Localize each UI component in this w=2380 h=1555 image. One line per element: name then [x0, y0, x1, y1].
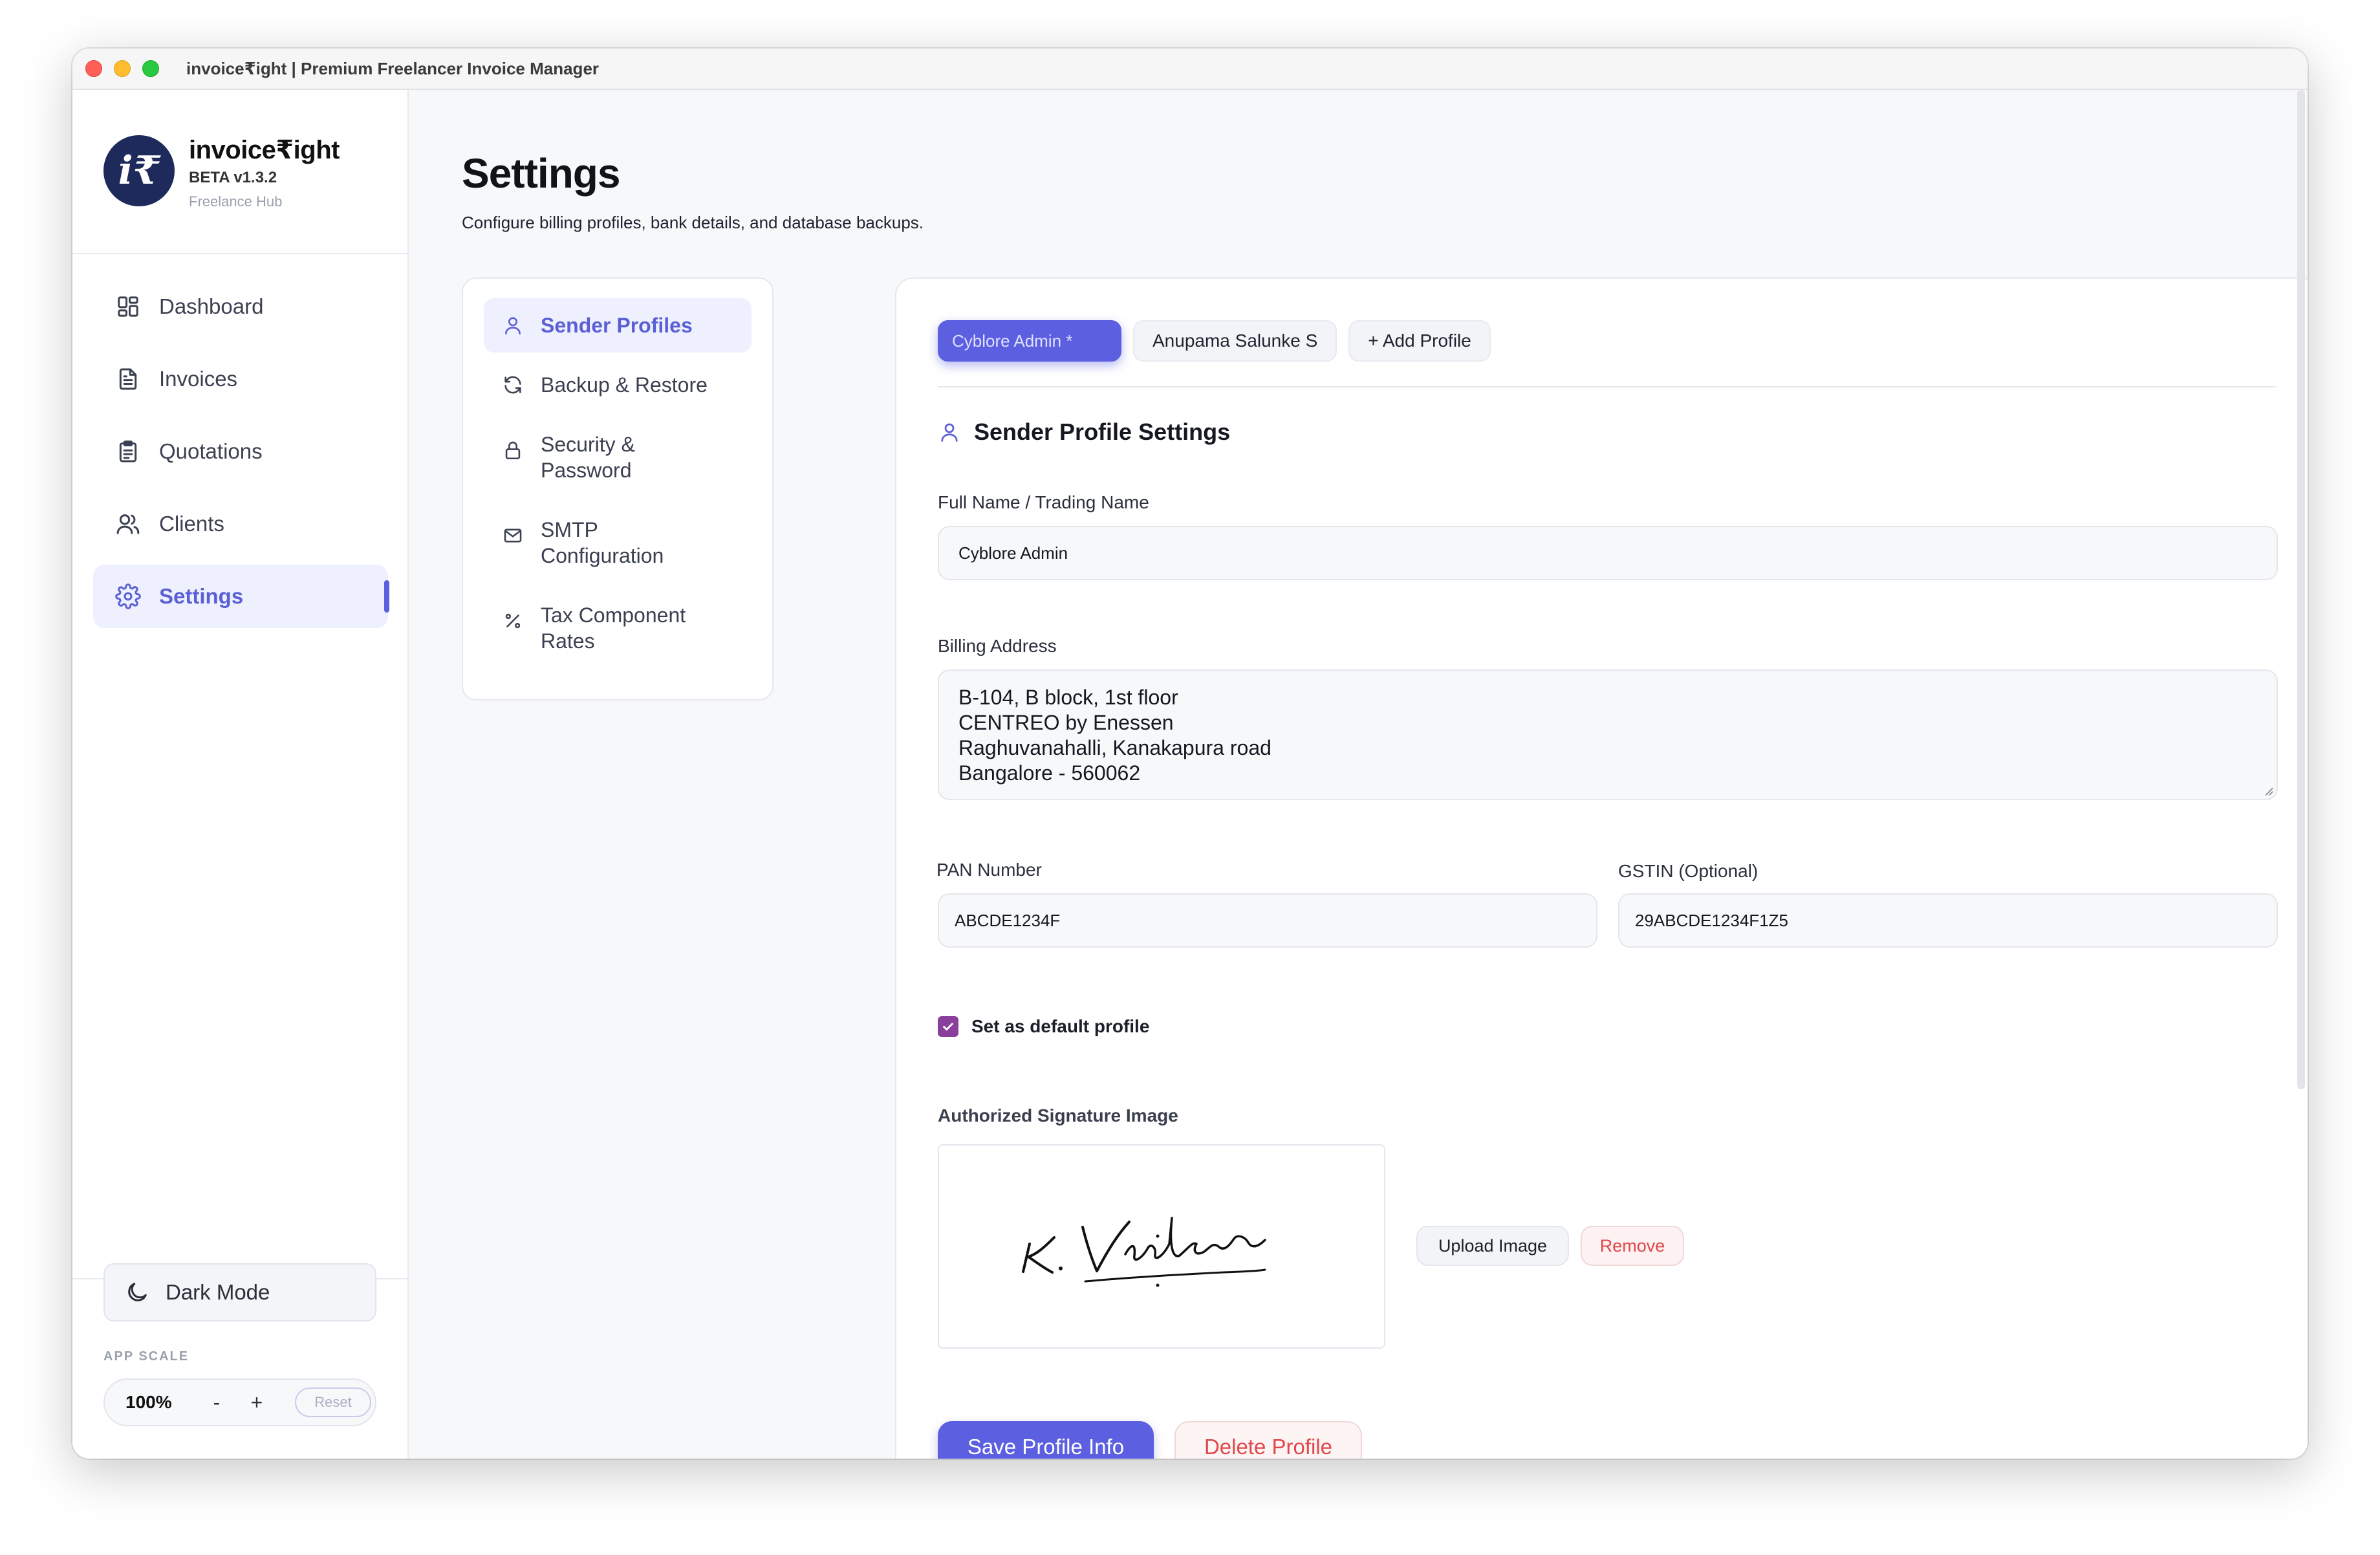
default-profile-checkbox[interactable]: [938, 1016, 958, 1037]
settings-tab-tax-rates[interactable]: Tax Component Rates: [484, 588, 752, 668]
sidebar: i₹ invoice₹ight BETA v1.3.2 Freelance Hu…: [72, 90, 409, 1459]
sidebar-item-clients[interactable]: Clients: [93, 492, 388, 556]
brand-version: BETA v1.3.2: [189, 169, 277, 186]
section-title: Sender Profile Settings: [938, 419, 1230, 446]
settings-tab-label: Backup & Restore: [541, 373, 708, 397]
moon-icon: [128, 1283, 147, 1301]
profile-tab-anupama-salunke[interactable]: Anupama Salunke S: [1133, 320, 1337, 362]
app-scale-label: APP SCALE: [103, 1349, 189, 1364]
resize-grip-icon[interactable]: [2262, 785, 2274, 796]
signature-label: Authorized Signature Image: [938, 1105, 1178, 1125]
pan-number-input[interactable]: ABCDE1234F: [938, 893, 1597, 948]
sidebar-nav: Dashboard Invoices Quotations Clients Se…: [93, 275, 389, 637]
page-title: Settings: [462, 150, 620, 197]
brand-name: invoice₹ight: [189, 136, 340, 164]
scale-value: 100%: [125, 1392, 172, 1412]
dark-mode-toggle[interactable]: Dark Mode: [103, 1263, 376, 1321]
scale-increase-button[interactable]: +: [237, 1391, 277, 1415]
scale-decrease-button[interactable]: -: [197, 1391, 237, 1415]
minimize-window-button[interactable]: [114, 60, 131, 77]
settings-nav: Sender Profiles Backup & Restore Securit…: [462, 277, 774, 701]
billing-address-label: Billing Address: [938, 636, 1057, 656]
file-icon: [119, 368, 137, 390]
user-icon: [941, 423, 958, 442]
sidebar-item-quotations[interactable]: Quotations: [93, 420, 388, 483]
gear-icon: [115, 583, 141, 609]
sidebar-item-dashboard[interactable]: Dashboard: [93, 275, 388, 338]
settings-tab-label: Tax Component Rates: [541, 604, 686, 653]
profile-tabs: Cyblore Admin * Anupama Salunke S + Add …: [938, 320, 1491, 362]
check-icon: [943, 1023, 953, 1031]
window-controls: [85, 60, 159, 77]
window-title: invoice₹ight | Premium Freelancer Invoic…: [186, 58, 600, 78]
sender-profile-panel: Cyblore Admin * Anupama Salunke S + Add …: [895, 277, 2308, 1459]
settings-tab-backup-restore[interactable]: Backup & Restore: [484, 358, 752, 412]
gstin-input[interactable]: 29ABCDE1234F1Z5: [1618, 893, 2278, 948]
add-profile-button[interactable]: + Add Profile: [1348, 320, 1491, 362]
maximize-window-button[interactable]: [142, 60, 159, 77]
users-icon: [116, 514, 140, 534]
sidebar-item-settings[interactable]: Settings: [93, 565, 389, 628]
app-window: invoice₹ight | Premium Freelancer Invoic…: [72, 49, 2308, 1459]
sidebar-item-label: Clients: [159, 512, 224, 536]
mail-icon: [504, 528, 522, 543]
percent-icon: [505, 613, 521, 629]
sidebar-item-label: Dashboard: [159, 294, 264, 318]
grid-icon: [118, 296, 138, 317]
user-icon: [505, 317, 521, 335]
sidebar-item-label: Settings: [159, 584, 244, 608]
delete-profile-button[interactable]: Delete Profile: [1174, 1421, 1362, 1459]
main-scrollbar-thumb[interactable]: [2297, 90, 2305, 1089]
sidebar-item-invoices[interactable]: Invoices: [93, 347, 388, 411]
billing-address-textarea[interactable]: B-104, B block, 1st floor CENTREO by Ene…: [938, 669, 2278, 800]
main-scrollbar[interactable]: [2293, 90, 2308, 1459]
main-content: Settings Configure billing profiles, ban…: [409, 90, 2308, 1459]
scale-reset-button[interactable]: Reset: [295, 1387, 371, 1417]
remove-image-button[interactable]: Remove: [1581, 1226, 1684, 1266]
app-scale-control: 100% - + Reset: [103, 1378, 376, 1426]
dark-mode-label: Dark Mode: [166, 1280, 270, 1304]
settings-tab-smtp[interactable]: SMTP Configuration: [484, 503, 752, 583]
page-subtitle: Configure billing profiles, bank details…: [462, 213, 924, 232]
full-name-label: Full Name / Trading Name: [938, 492, 1149, 512]
brand: i₹ invoice₹ight BETA v1.3.2 Freelance Hu…: [103, 135, 340, 210]
full-name-input[interactable]: Cyblore Admin: [938, 526, 2278, 580]
sidebar-item-label: Quotations: [159, 439, 263, 463]
save-profile-button[interactable]: Save Profile Info: [938, 1421, 1154, 1459]
section-title-text: Sender Profile Settings: [974, 419, 1231, 445]
signature-preview: [938, 1144, 1385, 1349]
clipboard-icon: [119, 440, 137, 462]
sidebar-item-label: Invoices: [159, 367, 238, 391]
gstin-label: GSTIN (Optional): [1618, 861, 1758, 881]
lock-icon: [505, 441, 521, 460]
app-logo: i₹: [103, 135, 175, 206]
settings-tab-security-password[interactable]: Security & Password: [484, 417, 752, 497]
pan-number-label: PAN Number: [936, 860, 1042, 880]
default-profile-label: Set as default profile: [971, 1016, 1150, 1036]
refresh-icon: [504, 376, 521, 394]
brand-tagline: Freelance Hub: [189, 193, 283, 210]
upload-image-button[interactable]: Upload Image: [1416, 1226, 1569, 1266]
title-bar: invoice₹ight | Premium Freelancer Invoic…: [72, 49, 2308, 90]
settings-tab-label: Security & Password: [541, 433, 635, 482]
sidebar-divider: [72, 253, 407, 254]
profile-tab-cyblore-admin[interactable]: Cyblore Admin *: [938, 320, 1121, 362]
close-window-button[interactable]: [85, 60, 102, 77]
tabs-divider: [938, 386, 2277, 387]
settings-tab-sender-profiles[interactable]: Sender Profiles: [484, 298, 752, 353]
settings-tab-label: Sender Profiles: [541, 314, 693, 337]
settings-tab-label: SMTP Configuration: [541, 518, 664, 567]
default-profile-option: Set as default profile: [938, 1016, 1149, 1037]
signature-image: [1022, 1217, 1266, 1287]
